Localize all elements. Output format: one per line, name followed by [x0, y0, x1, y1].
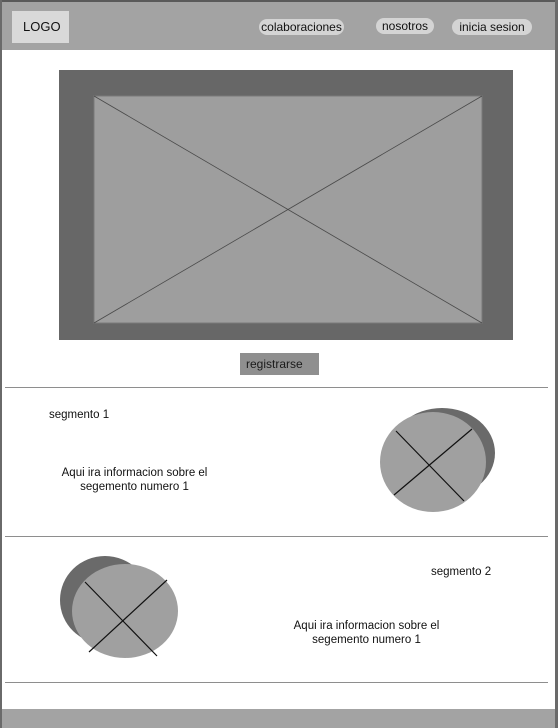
segment-2-text: Aqui ira informacion sobre el segemento … — [274, 619, 459, 647]
divider — [5, 387, 548, 388]
segment-2-text-line-1: Aqui ira informacion sobre el — [293, 620, 440, 632]
segment-1-text-line-1: Aqui ira informacion sobre el — [61, 467, 208, 479]
divider — [5, 536, 548, 537]
hero-image-placeholder-icon — [93, 95, 483, 324]
hero-image-frame — [59, 70, 513, 340]
segment-1-text-line-2: segemento numero 1 — [80, 481, 189, 493]
segment-2-title: segmento 2 — [431, 566, 492, 578]
header-bar: LOGO colaboraciones nosotros inicia sesi… — [2, 0, 555, 50]
segment-1-title: segmento 1 — [49, 409, 110, 421]
segment-1-text: Aqui ira informacion sobre el segemento … — [42, 466, 227, 494]
footer-bar — [2, 709, 555, 728]
logo[interactable]: LOGO — [12, 11, 69, 43]
register-button[interactable]: registrarse — [240, 353, 319, 375]
nav-login-link[interactable]: inicia sesion — [452, 19, 532, 35]
segment-2-image-placeholder-icon — [60, 556, 178, 658]
nav-colaboraciones-link[interactable]: colaboraciones — [259, 19, 344, 35]
segment-1-image-placeholder-icon — [380, 408, 495, 512]
wireframe-page: LOGO colaboraciones nosotros inicia sesi… — [0, 0, 558, 728]
segment-2-text-line-2: segemento numero 1 — [312, 634, 421, 646]
divider — [5, 682, 548, 683]
nav-nosotros-link[interactable]: nosotros — [376, 18, 434, 34]
